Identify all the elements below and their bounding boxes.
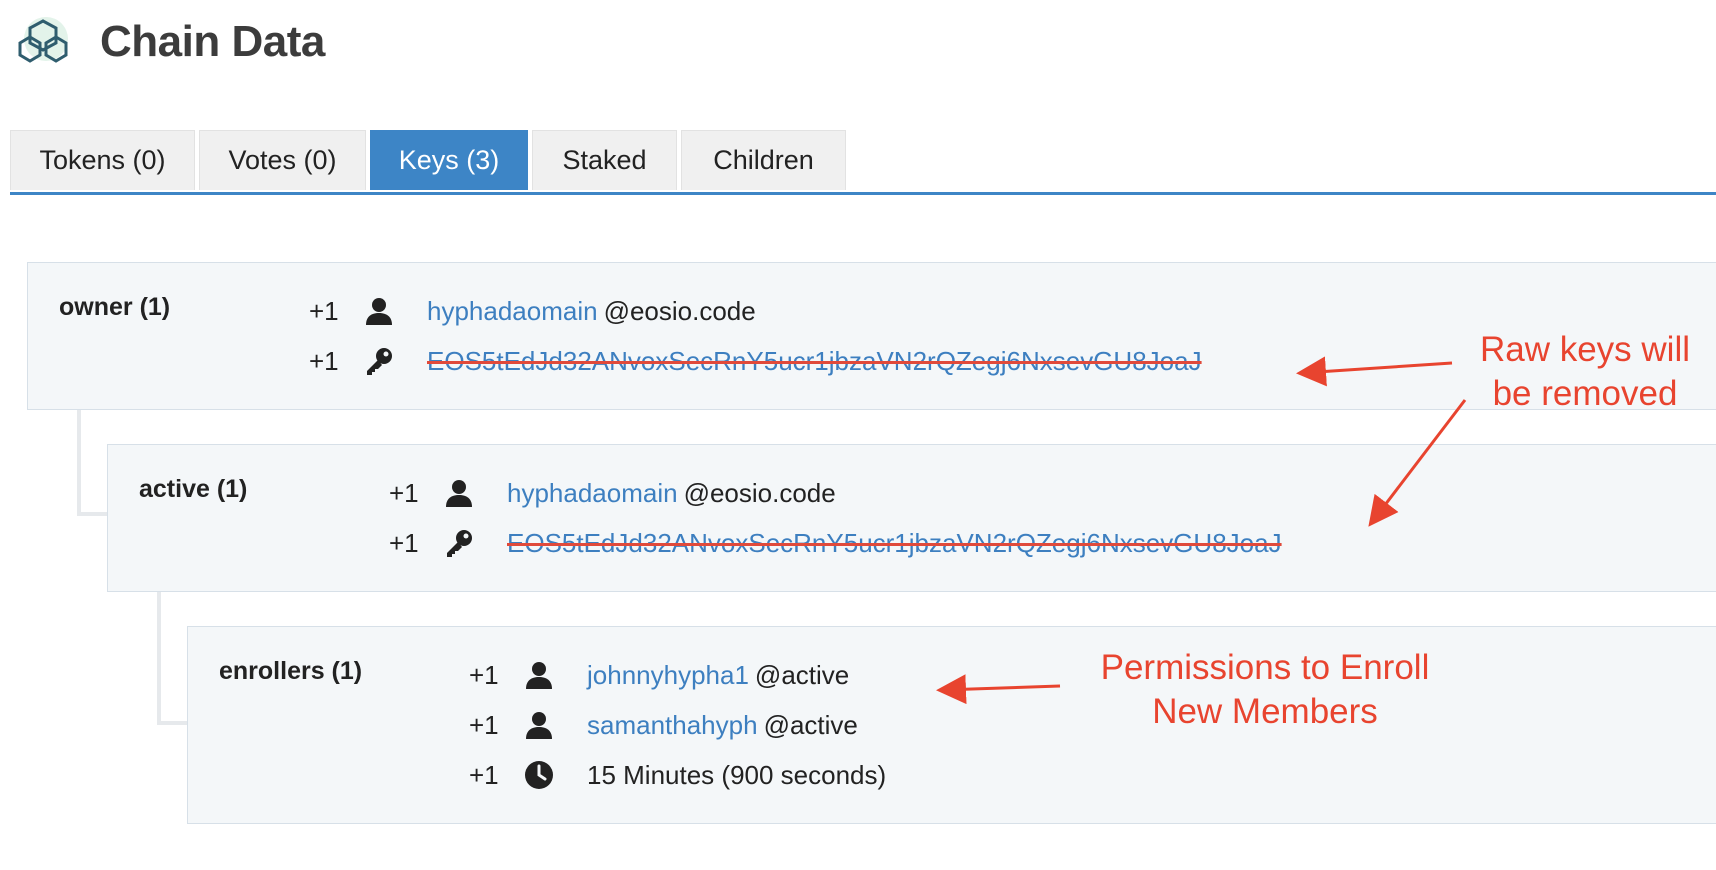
annotation-raw-keys: Raw keys will be removed bbox=[1460, 328, 1710, 416]
page-title: Chain Data bbox=[100, 17, 325, 66]
account-link[interactable]: hyphadaomain bbox=[507, 478, 678, 509]
permission-name: active (1) bbox=[139, 475, 248, 503]
authority-row: +1 hyphadaomain @eosio.code bbox=[389, 473, 836, 513]
weight-label: +1 bbox=[389, 477, 419, 508]
clock-icon bbox=[521, 757, 557, 793]
annotation-text: Permissions to Enroll bbox=[1100, 648, 1430, 687]
weight-label: +1 bbox=[469, 759, 499, 790]
authority-row: +1 EOS5tEdJd32ANvoxSecRnY5ucr1jbzaVN2rQZ… bbox=[309, 341, 1202, 381]
tab-tokens[interactable]: Tokens (0) bbox=[10, 130, 195, 190]
authority-row: +1 EOS5tEdJd32ANvoxSecRnY5ucr1jbzaVN2rQZ… bbox=[389, 523, 1282, 563]
permission-name: owner (1) bbox=[59, 293, 171, 321]
permission-label: @active bbox=[763, 709, 858, 740]
tab-keys[interactable]: Keys (3) bbox=[370, 130, 528, 190]
tab-staked[interactable]: Staked bbox=[532, 130, 677, 190]
public-key[interactable]: EOS5tEdJd32ANvoxSecRnY5ucr1jbzaVN2rQZegj… bbox=[507, 528, 1282, 559]
permission-label: @eosio.code bbox=[603, 295, 756, 326]
authority-row: +1 15 Minutes (900 seconds) bbox=[469, 755, 886, 795]
wait-duration: 15 Minutes (900 seconds) bbox=[587, 759, 887, 790]
authority-row: +1 samanthahyph @active bbox=[469, 705, 858, 745]
permission-label: @eosio.code bbox=[683, 477, 836, 508]
account-link[interactable]: johnnyhypha1 bbox=[587, 660, 749, 691]
key-icon bbox=[361, 343, 397, 379]
weight-label: +1 bbox=[309, 295, 339, 326]
tab-votes[interactable]: Votes (0) bbox=[199, 130, 366, 190]
permission-name: enrollers (1) bbox=[219, 657, 363, 685]
permission-panel-active: active (1) +1 hyphadaomain @eosio.code +… bbox=[107, 444, 1716, 592]
weight-label: +1 bbox=[389, 527, 419, 558]
weight-label: +1 bbox=[469, 709, 499, 740]
annotation-text: New Members bbox=[1152, 692, 1378, 731]
tab-children[interactable]: Children bbox=[681, 130, 846, 190]
authority-row: +1 hyphadaomain @eosio.code bbox=[309, 291, 756, 331]
user-icon bbox=[521, 707, 557, 743]
permission-panel-enrollers: enrollers (1) +1 johnnyhypha1 @active +1… bbox=[187, 626, 1716, 824]
user-icon bbox=[361, 293, 397, 329]
page-header: Chain Data bbox=[16, 12, 325, 72]
tab-bar: Tokens (0) Votes (0) Keys (3) Staked Chi… bbox=[10, 130, 1716, 195]
annotation-text: be removed bbox=[1492, 374, 1678, 413]
hexagon-network-icon bbox=[18, 17, 68, 63]
weight-label: +1 bbox=[469, 659, 499, 690]
account-link[interactable]: samanthahyph bbox=[587, 710, 758, 741]
authority-row: +1 johnnyhypha1 @active bbox=[469, 655, 849, 695]
key-icon bbox=[441, 525, 477, 561]
public-key[interactable]: EOS5tEdJd32ANvoxSecRnY5ucr1jbzaVN2rQZegj… bbox=[427, 346, 1202, 377]
annotation-text: Raw keys will bbox=[1479, 330, 1691, 369]
annotation-enroll: Permissions to Enroll New Members bbox=[1050, 646, 1480, 734]
permission-label: @active bbox=[754, 659, 850, 690]
account-link[interactable]: hyphadaomain bbox=[427, 296, 598, 327]
weight-label: +1 bbox=[309, 345, 339, 376]
user-icon bbox=[521, 657, 557, 693]
user-icon bbox=[441, 475, 477, 511]
